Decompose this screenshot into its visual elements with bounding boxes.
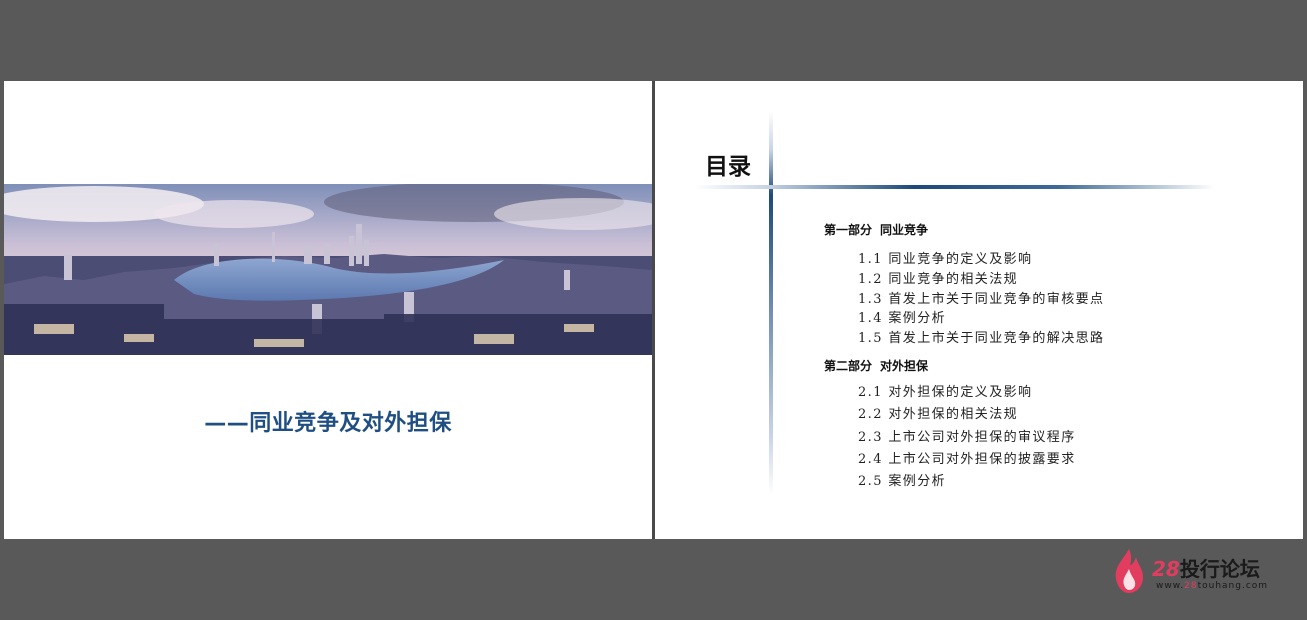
part-name: 对外担保 (880, 359, 929, 373)
toc-item[interactable]: 1.2 同业竞争的相关法规 (858, 268, 1018, 287)
toc-item[interactable]: 2.5 案例分析 (858, 470, 946, 489)
vertical-accent-line (769, 111, 773, 495)
city-skyline-photo (4, 184, 652, 355)
logo-url-suffix: touhang.com (1197, 581, 1269, 591)
toc-item[interactable]: 2.3 上市公司对外担保的审议程序 (858, 426, 1076, 445)
part-title: 第一部分 同业竞争 (824, 221, 928, 238)
flame-icon (1115, 549, 1143, 593)
toc-item[interactable]: 2.4 上市公司对外担保的披露要求 (858, 448, 1076, 467)
logo-url-accent: 28 (1184, 581, 1198, 591)
toc-item[interactable]: 1.1 同业竞争的定义及影响 (858, 248, 1032, 267)
watermark-logo: 28投行论坛 www.28touhang.com (1112, 545, 1287, 600)
toc-item[interactable]: 1.3 首发上市关于同业竞争的审核要点 (858, 288, 1104, 307)
toc-item[interactable]: 2.1 对外担保的定义及影响 (858, 381, 1032, 400)
part-title: 第二部分 对外担保 (824, 357, 928, 374)
logo-number: 28 (1152, 557, 1180, 581)
toc-item[interactable]: 1.5 首发上市关于同业竞争的解决思路 (858, 327, 1104, 346)
horizontal-accent-line (695, 185, 1215, 189)
logo-name: 投行论坛 (1179, 557, 1260, 581)
logo-url: www.28touhang.com (1156, 581, 1268, 591)
cover-page: ——同业竞争及对外担保 (4, 81, 652, 539)
toc-item[interactable]: 2.2 对外担保的相关法规 (858, 403, 1018, 422)
toc-title: 目录 (705, 154, 751, 180)
cover-subtitle: ——同业竞争及对外担保 (204, 411, 452, 436)
part-label: 第二部分 (824, 359, 873, 373)
part-label: 第一部分 (824, 223, 873, 237)
logo-text: 28投行论坛 (1152, 553, 1260, 582)
toc-item[interactable]: 1.4 案例分析 (858, 307, 946, 326)
toc-page: 目录 第一部分 同业竞争 1.1 同业竞争的定义及影响 1.2 同业竞争的相关法规… (655, 81, 1303, 539)
logo-url-prefix: www. (1156, 581, 1185, 591)
part-name: 同业竞争 (880, 223, 929, 237)
